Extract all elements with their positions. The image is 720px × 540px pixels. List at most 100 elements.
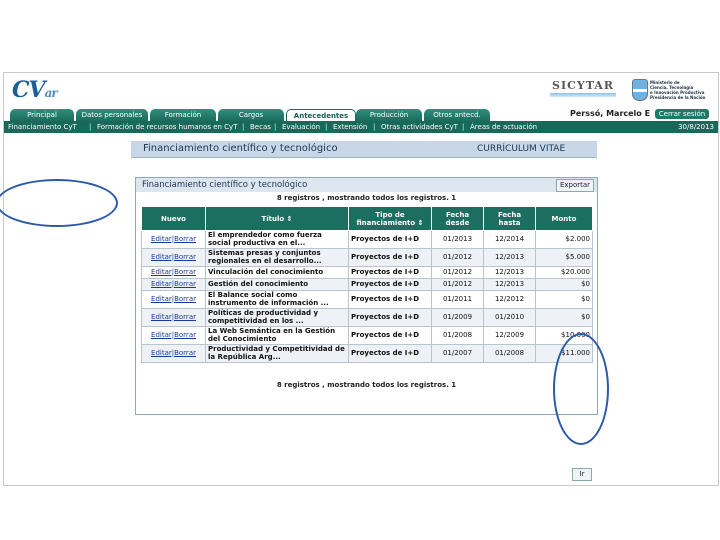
shield-icon	[632, 79, 648, 101]
records-summary-bottom: 8 registros , mostrando todos los regist…	[276, 381, 457, 389]
row-title: El emprendedor como fuerza social produc…	[205, 230, 349, 249]
tab-formacion[interactable]: Formación	[150, 109, 216, 121]
panel-title-bar: Financiamiento científico y tecnológico …	[136, 178, 597, 192]
amount-column-header: Monto	[535, 206, 593, 231]
separator: |	[89, 123, 92, 131]
row-from: 01/2012	[431, 278, 484, 291]
edit-delete-links[interactable]: Editar|Borrar	[141, 344, 206, 363]
subnav-becas[interactable]: Becas	[250, 121, 271, 133]
row-type: Proyectos de I+D	[348, 278, 432, 291]
cvar-logo[interactable]: CVar	[12, 77, 58, 103]
row-type: Proyectos de I+D	[348, 344, 432, 363]
row-type: Proyectos de I+D	[348, 326, 432, 345]
export-button[interactable]: Exportar	[556, 179, 594, 192]
subnav-extension[interactable]: Extensión	[333, 121, 367, 133]
subnav-financiamiento[interactable]: Financiamiento CyT	[8, 121, 77, 133]
table-row: Editar|Borrar Gestión del conocimiento P…	[141, 278, 593, 291]
separator: |	[373, 123, 376, 131]
tab-produccion[interactable]: Producción	[356, 109, 422, 121]
row-amount: $5.000	[535, 248, 593, 267]
row-title: El Balance social como instrumento de in…	[205, 290, 349, 309]
row-title: Productividad y Competitividad de la Rep…	[205, 344, 349, 363]
panel-title: Financiamiento científico y tecnológico	[142, 180, 308, 190]
table-row: Editar|Borrar Vinculación del conocimien…	[141, 266, 593, 279]
table-row: Editar|Borrar El emprendedor como fuerza…	[141, 230, 593, 249]
financing-panel: Financiamiento científico y tecnológico …	[135, 177, 598, 481]
tab-cargos[interactable]: Cargos	[218, 109, 284, 121]
financing-table: Nuevo Título ⇕ Tipo de financiamiento ⇕ …	[141, 206, 593, 363]
row-title: Políticas de productividad y competitivi…	[205, 308, 349, 327]
section-header: Financiamiento científico y tecnológico …	[131, 141, 597, 158]
edit-delete-links[interactable]: Editar|Borrar	[141, 230, 206, 249]
row-to: 12/2012	[483, 290, 536, 309]
title-column-header[interactable]: Título ⇕	[205, 206, 349, 231]
tab-principal[interactable]: Principal	[10, 109, 74, 121]
row-title: Sistemas presas y conjuntos regionales e…	[205, 248, 349, 267]
edit-delete-links[interactable]: Editar|Borrar	[141, 278, 206, 291]
table-row: Editar|Borrar Sistemas presas y conjunto…	[141, 248, 593, 267]
row-to: 12/2013	[483, 278, 536, 291]
subnav-formacion-rrhh[interactable]: Formación de recursos humanos en CyT	[97, 121, 237, 133]
row-from: 01/2009	[431, 308, 484, 327]
table-row: Editar|Borrar Políticas de productividad…	[141, 308, 593, 327]
from-column-header: Fecha desde	[431, 206, 484, 231]
row-title: Gestión del conocimiento	[205, 278, 349, 291]
row-type: Proyectos de I+D	[348, 230, 432, 249]
current-date: 30/8/2013	[678, 123, 714, 131]
separator: |	[274, 123, 277, 131]
row-to: 12/2013	[483, 266, 536, 279]
tab-antecedentes[interactable]: Antecedentes	[286, 109, 356, 121]
row-to: 01/2008	[483, 344, 536, 363]
table-header-row: Nuevo Título ⇕ Tipo de financiamiento ⇕ …	[141, 206, 593, 231]
separator: |	[325, 123, 328, 131]
row-from: 01/2007	[431, 344, 484, 363]
type-column-header[interactable]: Tipo de financiamiento ⇕	[348, 206, 432, 231]
row-title: Vinculación del conocimiento	[205, 266, 349, 279]
table-row: Editar|Borrar Productividad y Competitiv…	[141, 344, 593, 363]
edit-delete-links[interactable]: Editar|Borrar	[141, 248, 206, 267]
go-button[interactable]: Ir	[572, 468, 592, 481]
sub-navigation: Financiamiento CyT | Formación de recurs…	[4, 121, 718, 133]
row-type: Proyectos de I+D	[348, 290, 432, 309]
table-row: Editar|Borrar El Balance social como ins…	[141, 290, 593, 309]
sort-icon[interactable]: ⇕	[418, 219, 424, 227]
subnav-evaluacion[interactable]: Evaluación	[282, 121, 320, 133]
logout-button[interactable]: Cerrar sesión	[655, 109, 709, 119]
user-name: Perssó, Marcelo E	[570, 109, 651, 118]
subnav-otras-actividades[interactable]: Otras actividades CyT	[381, 121, 458, 133]
ministry-logo: Ministerio de Ciencia, Tecnología e Inno…	[632, 77, 712, 105]
header: CVar SICYTAR Ministerio de Ciencia, Tecn…	[4, 73, 718, 109]
edit-delete-links[interactable]: Editar|Borrar	[141, 266, 206, 279]
row-type: Proyectos de I+D	[348, 248, 432, 267]
to-column-header: Fecha hasta	[483, 206, 536, 231]
row-to: 01/2010	[483, 308, 536, 327]
row-from: 01/2012	[431, 266, 484, 279]
table-row: Editar|Borrar La Web Semántica en la Ges…	[141, 326, 593, 345]
cv-label: CURRÍCULUM VITAE	[477, 144, 566, 154]
tab-datos-personales[interactable]: Datos personales	[76, 109, 148, 121]
row-from: 01/2013	[431, 230, 484, 249]
tab-otros-antecedentes[interactable]: Otros antecd.	[424, 109, 490, 121]
edit-delete-links[interactable]: Editar|Borrar	[141, 308, 206, 327]
row-title: La Web Semántica en la Gestión del Conoc…	[205, 326, 349, 345]
row-from: 01/2011	[431, 290, 484, 309]
new-record-header[interactable]: Nuevo	[141, 206, 206, 231]
row-amount: $0	[535, 290, 593, 309]
row-amount: $2.000	[535, 230, 593, 249]
annotation-circle-subnav	[0, 179, 118, 227]
separator: |	[462, 123, 465, 131]
edit-delete-links[interactable]: Editar|Borrar	[141, 290, 206, 309]
sicytar-logo: SICYTAR	[544, 79, 622, 103]
edit-delete-links[interactable]: Editar|Borrar	[141, 326, 206, 345]
row-amount: $0	[535, 278, 593, 291]
sort-icon[interactable]: ⇕	[287, 215, 293, 223]
row-to: 12/2013	[483, 248, 536, 267]
app-window: CVar SICYTAR Ministerio de Ciencia, Tecn…	[0, 72, 719, 486]
main-tabs: Principal Datos personales Formación Car…	[4, 109, 718, 121]
subnav-areas-actuacion[interactable]: Áreas de actuación	[470, 121, 537, 133]
row-type: Proyectos de I+D	[348, 308, 432, 327]
row-amount: $20.000	[535, 266, 593, 279]
row-amount: $0	[535, 308, 593, 327]
row-type: Proyectos de I+D	[348, 266, 432, 279]
records-summary-top: 8 registros , mostrando todos los regist…	[276, 194, 457, 202]
